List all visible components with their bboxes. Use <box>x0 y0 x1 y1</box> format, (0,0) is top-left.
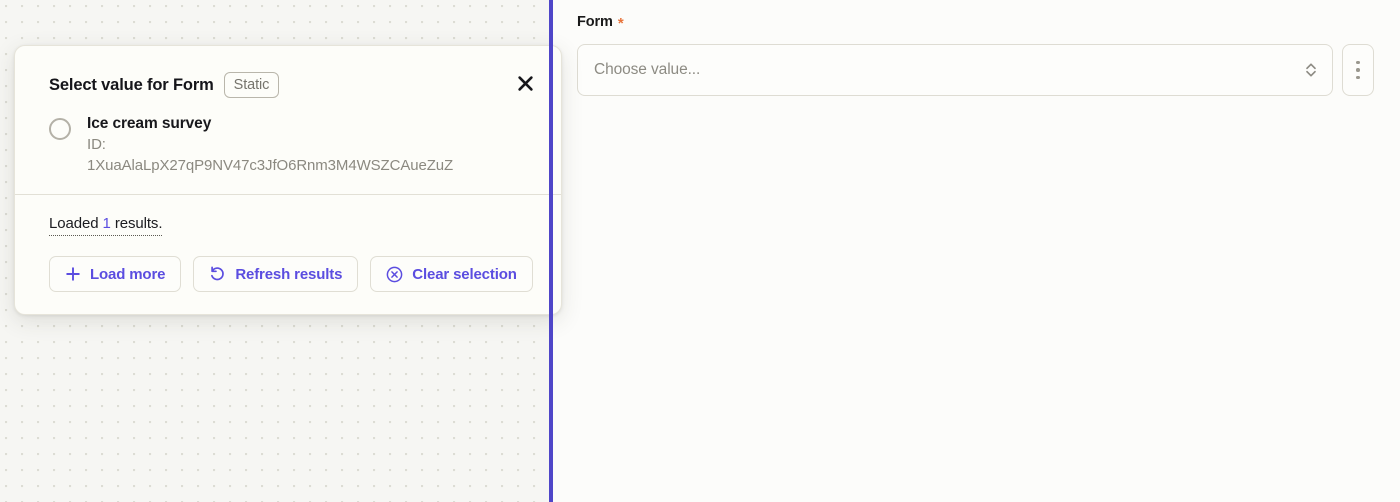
form-select[interactable]: Choose value... <box>577 44 1333 96</box>
load-more-label: Load more <box>90 265 166 283</box>
chevron-up-down-icon <box>1304 61 1318 79</box>
clear-selection-button[interactable]: Clear selection <box>370 256 533 292</box>
list-item[interactable]: Ice cream survey ID: 1XuaAlaLpX27qP9NV47… <box>49 114 535 176</box>
option-title: Ice cream survey <box>87 115 212 132</box>
vertical-dots-icon <box>1356 60 1360 65</box>
form-field-label-row: Form * <box>577 14 1374 36</box>
refresh-results-button[interactable]: Refresh results <box>193 256 359 292</box>
option-texts: Ice cream survey ID: 1XuaAlaLpX27qP9NV47… <box>87 114 453 176</box>
load-more-button[interactable]: Load more <box>49 256 182 292</box>
popover-title: Select value for Form <box>49 75 214 94</box>
canvas-pane: Select value for Form Static Ice cream s… <box>0 0 562 502</box>
options-list: Ice cream survey ID: 1XuaAlaLpX27qP9NV47… <box>15 114 561 194</box>
option-id-label: ID: <box>87 136 106 153</box>
popover-footer: Loaded 1 results. Load more Refresh resu… <box>15 195 561 314</box>
static-badge: Static <box>223 72 280 98</box>
refresh-icon <box>209 266 226 283</box>
vertical-dots-icon-3 <box>1356 75 1360 80</box>
footer-buttons: Load more Refresh results Clear selectio… <box>49 256 535 292</box>
plus-icon <box>65 266 81 282</box>
form-pane: Form * Choose value... <box>549 0 1400 502</box>
form-field-label: Form <box>577 14 613 30</box>
loaded-prefix: Loaded <box>49 215 103 232</box>
refresh-results-label: Refresh results <box>235 265 343 283</box>
field-options-menu-button[interactable] <box>1342 44 1374 96</box>
popover-header: Select value for Form Static <box>15 46 561 114</box>
loaded-results-status[interactable]: Loaded 1 results. <box>49 215 163 236</box>
close-icon[interactable] <box>510 68 540 98</box>
vertical-dots-icon-2 <box>1356 68 1360 72</box>
select-value-popover: Select value for Form Static Ice cream s… <box>14 45 562 315</box>
option-id-value: 1XuaAlaLpX27qP9NV47c3JfO6Rnm3M4WSZCAueZu… <box>87 157 454 174</box>
form-select-placeholder: Choose value... <box>594 61 701 78</box>
app-root: Select value for Form Static Ice cream s… <box>0 0 1400 502</box>
loaded-count: 1 <box>102 215 111 232</box>
loaded-suffix: results. <box>110 215 163 232</box>
pane-divider <box>549 0 553 502</box>
circle-x-icon <box>386 266 403 283</box>
form-control-row: Choose value... <box>577 44 1374 96</box>
radio-icon[interactable] <box>49 118 71 140</box>
required-asterisk-icon: * <box>617 15 624 32</box>
clear-selection-label: Clear selection <box>412 265 517 283</box>
